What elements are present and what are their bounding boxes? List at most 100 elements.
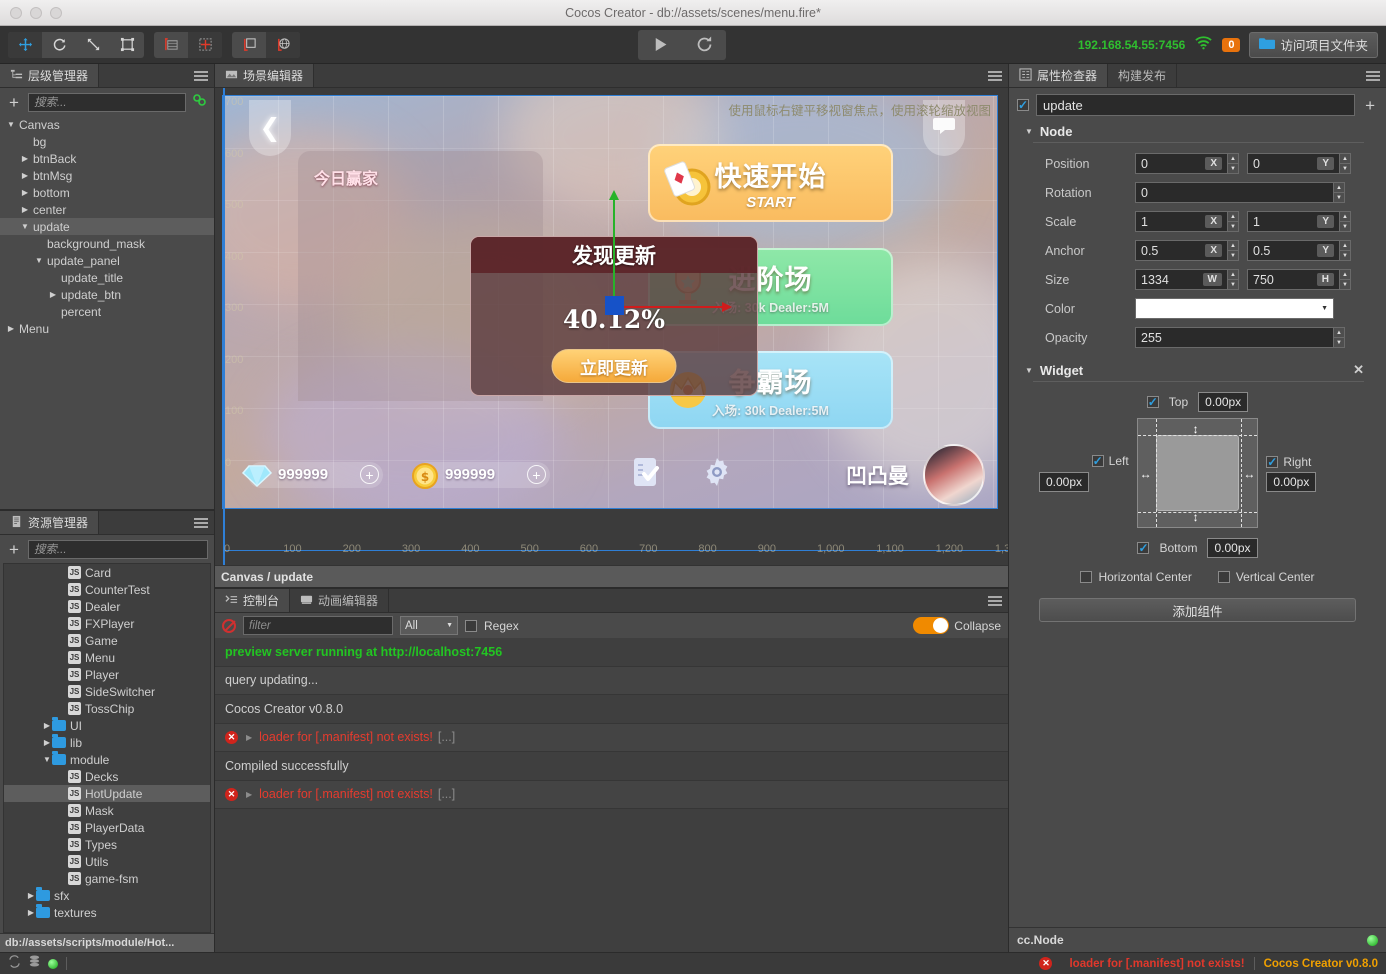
hierarchy-node-background_mask[interactable]: ▶background_mask — [0, 235, 214, 252]
avatar[interactable] — [923, 444, 985, 506]
property-color-swatch[interactable]: ▼ — [1135, 298, 1334, 319]
property-position-y-input[interactable]: 0Y — [1247, 153, 1340, 174]
wifi-icon[interactable] — [1194, 35, 1213, 55]
assets-tree[interactable]: ▶JSCard▶JSCounterTest▶JSDealer▶JSFXPlaye… — [3, 563, 211, 933]
local-axis-icon[interactable] — [232, 32, 266, 58]
node-name-input[interactable]: update — [1036, 94, 1355, 116]
stepper-anchor-y[interactable]: ▲▼ — [1340, 240, 1351, 261]
console-filter-input[interactable]: filter — [243, 616, 393, 635]
tab-animation-editor[interactable]: 动画编辑器 — [290, 589, 389, 612]
clear-icon[interactable] — [222, 619, 236, 633]
chevron-down-icon[interactable]: ▼ — [34, 256, 44, 265]
node-enabled-checkbox[interactable] — [1017, 99, 1029, 111]
game-button-quick-start[interactable]: 快速开始 START — [648, 144, 893, 222]
chevron-right-icon[interactable]: ▶ — [26, 891, 36, 900]
tab-build-publish[interactable]: 构建发布 — [1108, 64, 1177, 87]
stepper-scale-x[interactable]: ▲▼ — [1228, 211, 1239, 232]
hierarchy-node-menu[interactable]: ▶Menu — [0, 320, 214, 337]
tab-inspector[interactable]: 属性检查器 — [1009, 64, 1108, 87]
property-scale-y-input[interactable]: 1Y — [1247, 211, 1340, 232]
asset-item-dealer[interactable]: ▶JSDealer — [4, 598, 210, 615]
hierarchy-node-bg[interactable]: ▶bg — [0, 133, 214, 150]
widget-bottom-value[interactable]: 0.00px — [1207, 538, 1257, 558]
scene-viewport[interactable]: ❮ 使用鼠标右键平移视窗焦点，使用滚轮缩放视图 今日赢家 — [215, 88, 1008, 565]
console-log-row[interactable]: ✕▶loader for [.manifest] not exists![...… — [215, 724, 1008, 753]
pivot-icon[interactable] — [154, 32, 188, 58]
checklist-icon[interactable] — [628, 455, 662, 494]
asset-item-countertest[interactable]: ▶JSCounterTest — [4, 581, 210, 598]
asset-item-lib[interactable]: ▶lib — [4, 734, 210, 751]
property-position-x-input[interactable]: 0X — [1135, 153, 1228, 174]
chevron-right-icon[interactable]: ▶ — [20, 188, 30, 197]
widget-left-value[interactable]: 0.00px — [1039, 472, 1089, 492]
asset-item-playerdata[interactable]: ▶JSPlayerData — [4, 819, 210, 836]
regex-checkbox[interactable] — [465, 620, 477, 632]
open-project-folder-button[interactable]: 访问项目文件夹 — [1249, 32, 1378, 58]
property-size-x-input[interactable]: 1334W — [1135, 269, 1228, 290]
console-log-row[interactable]: preview server running at http://localho… — [215, 638, 1008, 667]
chevron-right-icon[interactable]: ▶ — [42, 721, 52, 730]
stepper-anchor-x[interactable]: ▲▼ — [1228, 240, 1239, 261]
hierarchy-node-update_btn[interactable]: ▶update_btn — [0, 286, 214, 303]
asset-item-hotupdate[interactable]: ▶JSHotUpdate — [4, 785, 210, 802]
asset-item-card[interactable]: ▶JSCard — [4, 564, 210, 581]
asset-item-tosschip[interactable]: ▶JSTossChip — [4, 700, 210, 717]
play-button[interactable] — [638, 30, 682, 60]
asset-item-game[interactable]: ▶JSGame — [4, 632, 210, 649]
stepper-size-y[interactable]: ▲▼ — [1340, 269, 1351, 290]
coin-currency[interactable]: $ 999999 + — [415, 462, 550, 488]
global-axis-icon[interactable] — [266, 32, 300, 58]
add-component-button[interactable]: 添加组件 — [1039, 598, 1356, 622]
scale-icon[interactable] — [76, 32, 110, 58]
gizmo-center-handle[interactable] — [605, 296, 624, 315]
stepper-opacity[interactable]: ▲▼ — [1334, 327, 1345, 348]
asset-item-sfx[interactable]: ▶sfx — [4, 887, 210, 904]
chevron-right-icon[interactable]: ▶ — [20, 171, 30, 180]
assets-menu-button[interactable] — [188, 511, 214, 534]
assets-search-input[interactable]: 搜索... — [28, 540, 208, 559]
add-asset-button[interactable]: + — [6, 541, 22, 558]
add-diamond-button[interactable]: + — [360, 465, 379, 484]
asset-item-player[interactable]: ▶JSPlayer — [4, 666, 210, 683]
chevron-right-icon[interactable]: ▶ — [6, 324, 16, 333]
chevron-down-icon[interactable]: ▼ — [20, 222, 30, 231]
console-log-list[interactable]: preview server running at http://localho… — [215, 638, 1008, 952]
vertical-center-checkbox[interactable] — [1218, 571, 1230, 583]
game-canvas-preview[interactable]: ❮ 使用鼠标右键平移视窗焦点，使用滚轮缩放视图 今日赢家 — [223, 96, 997, 508]
breadcrumb[interactable]: Canvas / update — [215, 565, 1008, 587]
diamond-currency[interactable]: 999999 + — [248, 462, 383, 488]
property-opacity-input[interactable]: 255 — [1135, 327, 1334, 348]
scene-menu-button[interactable] — [982, 64, 1008, 87]
stepper-scale-y[interactable]: ▲▼ — [1340, 211, 1351, 232]
hierarchy-node-update_title[interactable]: ▶update_title — [0, 269, 214, 286]
stepper-size-x[interactable]: ▲▼ — [1228, 269, 1239, 290]
console-log-row[interactable]: ✕▶loader for [.manifest] not exists![...… — [215, 781, 1008, 810]
console-log-row[interactable]: Cocos Creator v0.8.0 — [215, 695, 1008, 724]
hierarchy-menu-button[interactable] — [188, 64, 214, 87]
hierarchy-node-bottom[interactable]: ▶bottom — [0, 184, 214, 201]
widget-right-checkbox[interactable] — [1266, 456, 1278, 468]
chevron-down-icon[interactable]: ▼ — [6, 120, 16, 129]
gear-icon[interactable] — [700, 455, 734, 494]
update-now-button[interactable]: 立即更新 — [552, 349, 677, 383]
stepper-position-y[interactable]: ▲▼ — [1340, 153, 1351, 174]
widget-left-checkbox[interactable] — [1092, 455, 1104, 467]
add-coin-button[interactable]: + — [527, 465, 546, 484]
rotate-icon[interactable] — [42, 32, 76, 58]
remove-widget-button[interactable]: ✕ — [1353, 362, 1364, 378]
asset-item-menu[interactable]: ▶JSMenu — [4, 649, 210, 666]
refresh-button[interactable] — [682, 30, 726, 60]
hierarchy-node-percent[interactable]: ▶percent — [0, 303, 214, 320]
asset-item-fxplayer[interactable]: ▶JSFXPlayer — [4, 615, 210, 632]
console-log-row[interactable]: Compiled successfully — [215, 752, 1008, 781]
tab-hierarchy[interactable]: 层级管理器 — [0, 64, 99, 87]
hierarchy-node-update[interactable]: ▼update — [0, 218, 214, 235]
add-node-component-button[interactable]: + — [1362, 97, 1378, 114]
rect-transform-icon[interactable] — [110, 32, 144, 58]
sync-icon[interactable] — [8, 955, 21, 973]
asset-item-textures[interactable]: ▶textures — [4, 904, 210, 921]
chevron-right-icon[interactable]: ▶ — [48, 290, 58, 299]
asset-item-game-fsm[interactable]: ▶JSgame-fsm — [4, 870, 210, 887]
hierarchy-node-center[interactable]: ▶center — [0, 201, 214, 218]
hierarchy-node-canvas[interactable]: ▼Canvas — [0, 116, 214, 133]
